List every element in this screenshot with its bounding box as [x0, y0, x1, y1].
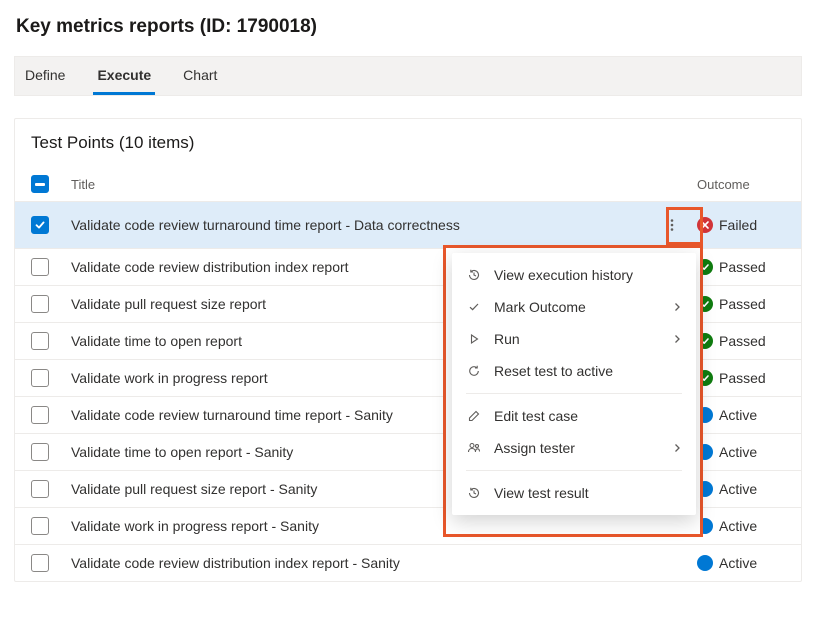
- context-menu-label: View execution history: [494, 267, 682, 283]
- tab-chart[interactable]: Chart: [179, 58, 221, 95]
- context-menu-item[interactable]: Mark Outcome: [452, 291, 696, 323]
- more-actions-button[interactable]: [660, 211, 684, 239]
- row-checkbox[interactable]: [31, 216, 49, 234]
- play-icon: [466, 331, 482, 347]
- chevron-right-icon: [672, 299, 682, 315]
- row-outcome-label: Active: [719, 555, 757, 571]
- context-menu-label: View test result: [494, 485, 682, 501]
- context-menu-label: Mark Outcome: [494, 299, 660, 315]
- context-menu-label: Reset test to active: [494, 363, 682, 379]
- table-header: Title Outcome: [15, 167, 801, 201]
- row-outcome-label: Active: [719, 518, 757, 534]
- reset-icon: [466, 363, 482, 379]
- context-menu: View execution history Mark Outcome Run Res…: [452, 253, 696, 515]
- table-row[interactable]: Validate code review distribution index …: [15, 544, 801, 581]
- row-outcome-label: Active: [719, 407, 757, 423]
- assign-icon: [466, 440, 482, 456]
- row-checkbox[interactable]: [31, 295, 49, 313]
- active-icon: [697, 555, 713, 571]
- row-outcome-label: Active: [719, 444, 757, 460]
- failed-icon: [697, 217, 713, 233]
- row-checkbox[interactable]: [31, 517, 49, 535]
- row-outcome-label: Passed: [719, 296, 766, 312]
- row-checkbox[interactable]: [31, 369, 49, 387]
- context-menu-item[interactable]: View test result: [452, 477, 696, 509]
- history-icon: [466, 267, 482, 283]
- chevron-right-icon: [672, 440, 682, 456]
- column-header-title[interactable]: Title: [65, 177, 655, 192]
- passed-icon: [697, 370, 713, 386]
- context-menu-item[interactable]: View execution history: [452, 259, 696, 291]
- check-icon: [466, 299, 482, 315]
- active-icon: [697, 481, 713, 497]
- row-outcome-label: Passed: [719, 333, 766, 349]
- context-menu-divider: [466, 393, 682, 394]
- context-menu-item[interactable]: Edit test case: [452, 400, 696, 432]
- context-menu-item[interactable]: Assign tester: [452, 432, 696, 464]
- chevron-right-icon: [672, 331, 682, 347]
- test-points-panel: Test Points (10 items) Title Outcome Val…: [14, 118, 802, 582]
- row-checkbox[interactable]: [31, 480, 49, 498]
- passed-icon: [697, 333, 713, 349]
- context-menu-label: Run: [494, 331, 660, 347]
- page-title: Key metrics reports (ID: 1790018): [14, 16, 802, 38]
- context-menu-item[interactable]: Reset test to active: [452, 355, 696, 387]
- tab-define[interactable]: Define: [21, 58, 69, 95]
- row-checkbox[interactable]: [31, 443, 49, 461]
- passed-icon: [697, 296, 713, 312]
- row-title: Validate code review distribution index …: [65, 555, 655, 571]
- row-outcome-label: Passed: [719, 259, 766, 275]
- row-checkbox[interactable]: [31, 332, 49, 350]
- active-icon: [697, 407, 713, 423]
- row-outcome-label: Active: [719, 481, 757, 497]
- row-outcome-label: Failed: [719, 217, 757, 233]
- context-menu-label: Assign tester: [494, 440, 660, 456]
- row-checkbox[interactable]: [31, 554, 49, 572]
- passed-icon: [697, 259, 713, 275]
- history-icon: [466, 485, 482, 501]
- panel-title: Test Points (10 items): [15, 133, 801, 167]
- table-row[interactable]: Validate code review turnaround time rep…: [15, 201, 801, 248]
- context-menu-divider: [466, 470, 682, 471]
- context-menu-label: Edit test case: [494, 408, 682, 424]
- column-header-outcome[interactable]: Outcome: [689, 177, 785, 192]
- kebab-icon: [665, 218, 679, 232]
- row-checkbox[interactable]: [31, 406, 49, 424]
- tab-execute[interactable]: Execute: [93, 58, 155, 95]
- row-outcome-label: Passed: [719, 370, 766, 386]
- row-checkbox[interactable]: [31, 258, 49, 276]
- row-title: Validate code review turnaround time rep…: [65, 217, 655, 233]
- active-icon: [697, 518, 713, 534]
- context-menu-item[interactable]: Run: [452, 323, 696, 355]
- tabbar: Define Execute Chart: [14, 56, 802, 96]
- row-title: Validate work in progress report - Sanit…: [65, 518, 655, 534]
- active-icon: [697, 444, 713, 460]
- select-all-checkbox[interactable]: [31, 175, 49, 193]
- edit-icon: [466, 408, 482, 424]
